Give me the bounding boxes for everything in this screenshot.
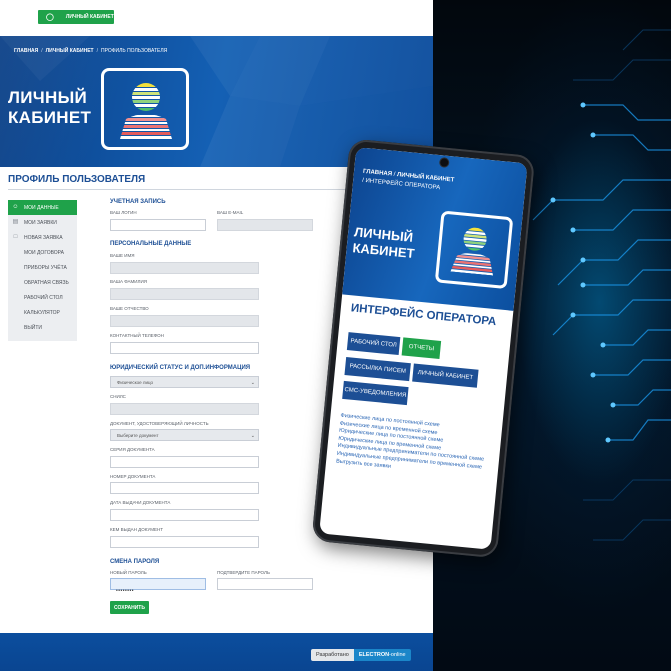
top-bar: ◯ ЛИЧНЫЙ КАБИНЕТ (0, 0, 433, 36)
section-password: СМЕНА ПАРОЛЯ (110, 559, 160, 565)
confirm-password-label: ПОДТВЕРДИТЕ ПАРОЛЬ (217, 570, 270, 575)
breadcrumb-home[interactable]: ГЛАВНАЯ (14, 48, 38, 54)
new-password-label: НОВЫЙ ПАРОЛЬ (110, 570, 147, 575)
document-icon: □ (13, 234, 18, 240)
user-avatar-icon (120, 83, 172, 139)
user-icon: ◯ (46, 13, 54, 21)
phone-label: КОНТАКТНЫЙ ТЕЛЕФОН (110, 333, 164, 338)
email-input[interactable] (217, 219, 313, 231)
doc-series-input[interactable] (110, 456, 259, 468)
confirm-password-input[interactable] (217, 578, 313, 590)
new-password-input[interactable]: •••••••• (110, 578, 206, 594)
user-icon: ☺ (12, 204, 19, 210)
sidebar-padding (8, 335, 77, 341)
sidebar-item-my-data[interactable]: ☺ МОИ ДАННЫЕ (8, 200, 77, 215)
developer-badge[interactable]: Разработано ELECTRON -online (311, 649, 411, 661)
personal-cabinet-button[interactable]: ЛИЧНЫЙ КАБИНЕТ (412, 363, 479, 388)
phone-link-list: Физические лица по постоянной схеме Физи… (336, 413, 500, 481)
sidebar-item-meters[interactable]: ПРИБОРЫ УЧЁТА (8, 260, 77, 275)
reports-button[interactable]: ОТЧЕТЫ (401, 337, 442, 359)
doc-number-label: НОМЕР ДОКУМЕНТА (110, 474, 156, 479)
surname-input[interactable] (110, 288, 259, 300)
breadcrumb-separator: / (41, 48, 43, 54)
doc-number-input[interactable] (110, 482, 259, 494)
chevron-down-icon: ⌄ (250, 433, 255, 439)
mailing-button[interactable]: РАССЫЛКА ПИСЕМ (344, 357, 411, 382)
sms-notifications-button[interactable]: СМС-УВЕДОМЛЕНИЯ (342, 380, 409, 406)
phone-avatar (434, 210, 514, 290)
legal-status-select[interactable]: Физическое лицо ⌄ (110, 376, 259, 388)
phone-screen: ГЛАВНАЯ / ЛИЧНЫЙ КАБИНЕТ / ИНТЕРФЕЙС ОПЕ… (319, 147, 528, 550)
user-avatar-icon (450, 226, 495, 276)
snils-label: СНИЛС (110, 394, 126, 399)
list-icon: ▤ (12, 219, 19, 225)
patronymic-input[interactable] (110, 315, 259, 327)
section-personal: ПЕРСОНАЛЬНЫЕ ДАННЫЕ (110, 241, 192, 247)
desktop-button[interactable]: РАБОЧИЙ СТОЛ (346, 332, 401, 356)
section-legal: ЮРИДИЧЕСКИЙ СТАТУС И ДОП.ИНФОРМАЦИЯ (110, 365, 251, 371)
doc-issuer-label: КЕМ ВЫДАН ДОКУМЕНТ (110, 527, 163, 532)
surname-label: ВАША ФАМИЛИЯ (110, 279, 147, 284)
phone-breadcrumb: ГЛАВНАЯ / ЛИЧНЫЙ КАБИНЕТ / ИНТЕРФЕЙС ОПЕ… (361, 168, 455, 192)
sidebar-item-my-requests[interactable]: ▤ МОИ ЗАЯВКИ (8, 215, 77, 230)
sidebar-item-calculator[interactable]: КАЛЬКУЛЯТОР (8, 305, 77, 320)
doc-date-input[interactable] (110, 509, 259, 521)
phone-hero-title: ЛИЧНЫЙ КАБИНЕТ (351, 224, 416, 262)
sidebar-item-feedback[interactable]: ОБРАТНАЯ СВЯЗЬ (8, 275, 77, 290)
save-button[interactable]: СОХРАНИТЬ (110, 601, 149, 614)
sidebar-item-desktop[interactable]: РАБОЧИЙ СТОЛ (8, 290, 77, 305)
id-document-label: ДОКУМЕНТ, УДОСТОВЕРЯЮЩИЙ ЛИЧНОСТЬ (110, 421, 209, 426)
section-account: УЧЕТНАЯ ЗАПИСЬ (110, 199, 166, 205)
name-input[interactable] (110, 262, 259, 274)
doc-issuer-input[interactable] (110, 536, 259, 548)
doc-series-label: СЕРИЯ ДОКУМЕНТА (110, 447, 155, 452)
breadcrumb-current: ПРОФИЛЬ ПОЛЬЗОВАТЕЛЯ (101, 48, 168, 54)
breadcrumb-separator: / (96, 48, 99, 54)
email-label: ВАШ E-MAIL (217, 210, 244, 215)
patronymic-label: ВАШЕ ОТЧЕСТВО (110, 306, 149, 311)
sidebar-item-my-contracts[interactable]: МОИ ДОГОВОРА (8, 245, 77, 260)
sidebar: ☺ МОИ ДАННЫЕ ▤ МОИ ЗАЯВКИ □ НОВАЯ ЗАЯВКА… (8, 200, 77, 341)
id-document-select[interactable]: Выберите документ ⌄ (110, 429, 259, 441)
phone-hero: ГЛАВНАЯ / ЛИЧНЫЙ КАБИНЕТ / ИНТЕРФЕЙС ОПЕ… (342, 147, 528, 311)
hero-title: ЛИЧНЫЙ КАБИНЕТ (8, 88, 92, 127)
snils-input[interactable] (110, 403, 259, 415)
breadcrumb-cabinet[interactable]: ЛИЧНЫЙ КАБИНЕТ (46, 48, 94, 54)
name-label: ВАШЕ ИМЯ (110, 253, 135, 258)
sidebar-item-new-request[interactable]: □ НОВАЯ ЗАЯВКА (8, 230, 77, 245)
brand-logo: ELECTRON -online (353, 649, 411, 661)
chevron-down-icon: ⌄ (250, 380, 255, 386)
personal-cabinet-button[interactable]: ◯ ЛИЧНЫЙ КАБИНЕТ (38, 10, 114, 24)
sidebar-item-logout[interactable]: ВЫЙТИ (8, 320, 77, 335)
phone-mockup: ГЛАВНАЯ / ЛИЧНЫЙ КАБИНЕТ / ИНТЕРФЕЙС ОПЕ… (311, 138, 569, 567)
login-input[interactable] (110, 219, 206, 231)
phone-frame: ГЛАВНАЯ / ЛИЧНЫЙ КАБИНЕТ / ИНТЕРФЕЙС ОПЕ… (311, 138, 536, 559)
phone-input[interactable] (110, 342, 259, 354)
breadcrumb: ГЛАВНАЯ / ЛИЧНЫЙ КАБИНЕТ / ПРОФИЛЬ ПОЛЬЗ… (14, 48, 167, 54)
doc-date-label: ДАТА ВЫДАЧИ ДОКУМЕНТА (110, 500, 171, 505)
avatar (101, 68, 189, 150)
developed-by-label: Разработано (311, 649, 354, 661)
page-title: ПРОФИЛЬ ПОЛЬЗОВАТЕЛЯ (8, 174, 146, 185)
login-label: ВАШ ЛОГИН (110, 210, 137, 215)
